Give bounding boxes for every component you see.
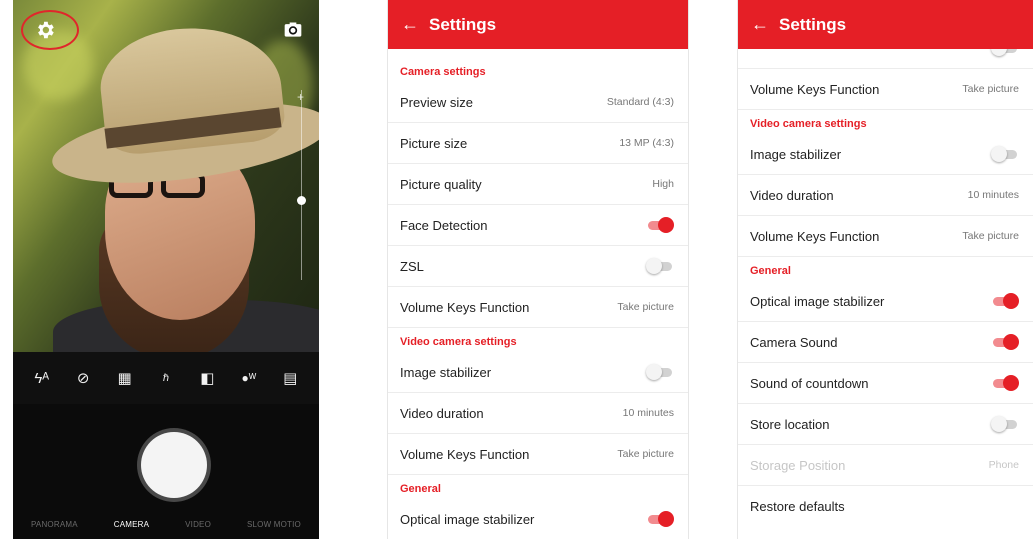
optical-stabilizer-toggle[interactable] (646, 511, 674, 527)
camera-viewfinder-panel: + ϟᴬ ⊘ ▦ ℏ ◧ ●ᵂ ▤ PANORAMA CAMERA VIDEO … (13, 0, 319, 539)
setting-label: Video duration (750, 187, 834, 203)
setting-value: Take picture (617, 448, 674, 460)
setting-image-stabilizer[interactable]: Image stabilizer (388, 352, 688, 393)
image-stabilizer-toggle[interactable] (991, 146, 1019, 162)
setting-label: Volume Keys Function (400, 299, 530, 315)
setting-video-volume-keys[interactable]: Volume Keys Function Take picture (388, 434, 688, 475)
setting-label: Picture size (400, 135, 468, 151)
setting-label: Camera Sound (750, 334, 838, 350)
switch-camera-icon[interactable] (283, 20, 303, 40)
setting-label: Image stabilizer (400, 364, 492, 380)
settings-list: Volume Keys Function Take picture Video … (738, 27, 1033, 527)
section-header-video: Video camera settings (750, 118, 867, 130)
setting-face-detection[interactable]: Face Detection (388, 205, 688, 246)
camera-sound-toggle[interactable] (991, 334, 1019, 350)
white-balance-auto-icon[interactable]: ●ᵂ (237, 371, 261, 385)
mode-panorama[interactable]: PANORAMA (31, 520, 78, 529)
zsl-toggle[interactable] (646, 258, 674, 274)
setting-volume-keys[interactable]: Volume Keys Function Take picture (388, 287, 688, 328)
optical-stabilizer-toggle[interactable] (991, 293, 1019, 309)
setting-value: 10 minutes (622, 407, 674, 419)
setting-label: Volume Keys Function (750, 228, 880, 244)
restore-defaults-button[interactable]: Restore defaults (738, 486, 1033, 527)
setting-preview-size[interactable]: Preview size Standard (4:3) (388, 82, 688, 123)
settings-screen-scrolled: ← Settings Volume Keys Function Take pic… (737, 0, 1033, 539)
back-arrow-icon[interactable]: ← (751, 14, 779, 35)
setting-label: Picture quality (400, 176, 482, 192)
setting-zsl[interactable]: ZSL (388, 246, 688, 287)
page-title: Settings (429, 14, 497, 34)
zoom-slider-track[interactable] (301, 90, 302, 280)
settings-screen-top: ← Settings Camera settings Preview size … (387, 0, 689, 539)
setting-value: Take picture (962, 83, 1019, 95)
setting-video-volume-keys[interactable]: Volume Keys Function Take picture (738, 216, 1033, 257)
mode-slow-motion[interactable]: SLOW MOTIO (247, 520, 301, 529)
shutter-button[interactable] (141, 432, 207, 498)
flash-auto-icon[interactable]: ϟᴬ (30, 370, 54, 387)
setting-value: High (652, 178, 674, 190)
section-header-general: General (750, 265, 791, 277)
camera-mode-selector: PANORAMA CAMERA VIDEO SLOW MOTIO (13, 520, 319, 529)
setting-value: 13 MP (4:3) (619, 137, 674, 149)
setting-label: Volume Keys Function (750, 81, 880, 97)
setting-value: Phone (988, 459, 1019, 471)
setting-value: Standard (4:3) (606, 96, 674, 108)
setting-image-stabilizer[interactable]: Image stabilizer (738, 134, 1033, 175)
store-location-toggle[interactable] (991, 416, 1019, 432)
section-header-camera: Camera settings (400, 66, 486, 78)
setting-optical-stabilizer[interactable]: Optical image stabilizer (738, 281, 1033, 322)
page-title: Settings (779, 14, 847, 34)
setting-label: ZSL (400, 258, 424, 274)
setting-label: Video duration (400, 405, 484, 421)
setting-picture-size[interactable]: Picture size 13 MP (4:3) (388, 123, 688, 164)
setting-store-location[interactable]: Store location (738, 404, 1033, 445)
mode-camera[interactable]: CAMERA (114, 520, 149, 529)
grid-icon[interactable]: ▦ (113, 369, 137, 387)
mode-video[interactable]: VIDEO (185, 520, 211, 529)
setting-label: Storage Position (750, 457, 846, 473)
setting-label: Face Detection (400, 217, 488, 233)
setting-label: Preview size (400, 94, 473, 110)
section-header-general: General (400, 483, 441, 495)
timer-off-icon[interactable]: ⊘ (71, 369, 95, 387)
image-stabilizer-toggle[interactable] (646, 364, 674, 380)
zoom-slider-handle[interactable] (297, 196, 306, 205)
setting-volume-keys[interactable]: Volume Keys Function Take picture (738, 69, 1033, 110)
setting-label: Sound of countdown (750, 375, 869, 391)
setting-storage-position: Storage Position Phone (738, 445, 1033, 486)
setting-label: Optical image stabilizer (750, 293, 885, 309)
section-header-video: Video camera settings (400, 336, 517, 348)
setting-value: Take picture (617, 301, 674, 313)
setting-optical-stabilizer[interactable]: Optical image stabilizer (388, 499, 688, 539)
app-bar: ← Settings (738, 0, 1033, 49)
camera-quick-settings-bar: ϟᴬ ⊘ ▦ ℏ ◧ ●ᵂ ▤ (13, 352, 319, 404)
setting-value: 10 minutes (967, 189, 1019, 201)
settings-list: Camera settings Preview size Standard (4… (388, 58, 688, 539)
face-detection-toggle[interactable] (646, 217, 674, 233)
setting-label: Store location (750, 416, 830, 432)
filter-icon[interactable]: ◧ (195, 369, 219, 387)
countdown-sound-toggle[interactable] (991, 375, 1019, 391)
back-arrow-icon[interactable]: ← (401, 14, 429, 35)
setting-value: Take picture (962, 230, 1019, 242)
setting-countdown-sound[interactable]: Sound of countdown (738, 363, 1033, 404)
setting-camera-sound[interactable]: Camera Sound (738, 322, 1033, 363)
camera-preview[interactable] (13, 0, 319, 352)
setting-picture-quality[interactable]: Picture quality High (388, 164, 688, 205)
setting-video-duration[interactable]: Video duration 10 minutes (738, 175, 1033, 216)
gear-icon[interactable] (34, 19, 56, 41)
hdr-off-icon[interactable]: ℏ (154, 373, 178, 384)
setting-label: Image stabilizer (750, 146, 842, 162)
setting-video-duration[interactable]: Video duration 10 minutes (388, 393, 688, 434)
more-icon[interactable]: ▤ (278, 369, 302, 387)
setting-label: Restore defaults (750, 499, 845, 514)
setting-label: Optical image stabilizer (400, 511, 535, 527)
app-bar: ← Settings (388, 0, 688, 49)
setting-label: Volume Keys Function (400, 446, 530, 462)
